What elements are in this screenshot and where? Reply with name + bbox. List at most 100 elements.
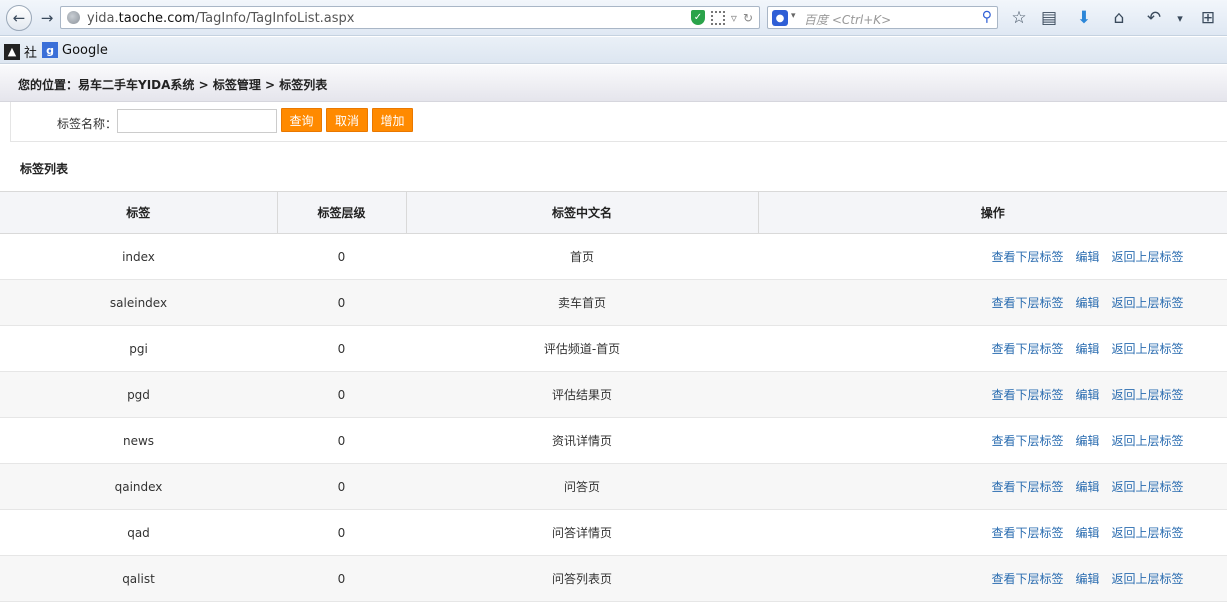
cell-tag: qad [0, 509, 277, 556]
cell-cn-name: 首页 [406, 233, 758, 280]
back-to-parent-link[interactable]: 返回上层标签 [1112, 480, 1184, 494]
view-children-link[interactable]: 查看下层标签 [991, 250, 1063, 264]
cell-level: 0 [277, 279, 406, 326]
table-row: pgd 0 评估结果页 查看下层标签 编辑 返回上层标签 [0, 371, 1227, 418]
cell-cn-name: 问答页 [406, 463, 758, 510]
table-row: qaindex 0 问答页 查看下层标签 编辑 返回上层标签 [0, 463, 1227, 510]
cell-level: 0 [277, 463, 406, 510]
edit-link[interactable]: 编辑 [1075, 388, 1099, 402]
edit-link[interactable]: 编辑 [1075, 480, 1099, 494]
cell-actions: 查看下层标签 编辑 返回上层标签 [758, 463, 1227, 510]
back-to-parent-link[interactable]: 返回上层标签 [1112, 342, 1184, 356]
cancel-button[interactable]: 取消 [326, 108, 368, 132]
cell-level: 0 [277, 555, 406, 602]
download-icon[interactable]: ⬇ [1073, 7, 1095, 29]
cell-cn-name: 卖车首页 [406, 279, 758, 326]
view-children-link[interactable]: 查看下层标签 [991, 342, 1063, 356]
edit-link[interactable]: 编辑 [1075, 572, 1099, 586]
cell-cn-name: 评估频道-首页 [406, 325, 758, 372]
cell-actions: 查看下层标签 编辑 返回上层标签 [758, 325, 1227, 372]
qr-code-icon[interactable] [710, 10, 725, 25]
back-button[interactable]: ← [6, 5, 32, 31]
home-icon[interactable]: ⌂ [1108, 7, 1130, 29]
back-to-parent-link[interactable]: 返回上层标签 [1112, 434, 1184, 448]
edit-link[interactable]: 编辑 [1075, 526, 1099, 540]
tag-name-input[interactable] [117, 109, 277, 133]
view-children-link[interactable]: 查看下层标签 [991, 526, 1063, 540]
table-row: index 0 首页 查看下层标签 编辑 返回上层标签 [0, 233, 1227, 280]
magnifier-icon[interactable]: ⚲ [982, 9, 992, 25]
edit-link[interactable]: 编辑 [1075, 434, 1099, 448]
back-to-parent-link[interactable]: 返回上层标签 [1112, 572, 1184, 586]
arrow-left-icon: ← [12, 9, 26, 27]
engine-dropdown-icon[interactable]: ▾ [791, 11, 796, 21]
bookmark-item[interactable]: ▲ 社 [4, 42, 37, 61]
cell-cn-name: 评估结果页 [406, 371, 758, 418]
bookmarks-bar: ▲ 社 g Google [0, 37, 1227, 64]
column-header-level: 标签层级 [276, 191, 406, 234]
cell-tag: pgi [0, 325, 277, 372]
cell-level: 0 [277, 325, 406, 372]
cell-tag: index [0, 233, 277, 280]
column-header-actions: 操作 [757, 191, 1227, 234]
bookmark-label: 社 [24, 46, 38, 61]
cell-level: 0 [277, 233, 406, 280]
cell-cn-name: 问答列表页 [406, 555, 758, 602]
cell-tag: pgd [0, 371, 277, 418]
breadcrumb-bar: 您的位置：易车二手车YIDA系统 > 标签管理 > 标签列表 [0, 65, 1227, 102]
bookmark-favicon-icon: ▲ [4, 43, 20, 60]
cell-actions: 查看下层标签 编辑 返回上层标签 [758, 233, 1227, 280]
view-children-link[interactable]: 查看下层标签 [991, 388, 1063, 402]
browser-toolbar: ← → yida.taoche.com/TagInfo/TagInfoList.… [0, 0, 1227, 36]
search-bar[interactable]: ● ▾ 百度 <Ctrl+K> ⚲ [767, 6, 998, 29]
baidu-paw-icon[interactable]: ● [772, 10, 788, 26]
cell-level: 0 [277, 371, 406, 418]
view-children-link[interactable]: 查看下层标签 [991, 434, 1063, 448]
arrow-right-icon: → [40, 9, 54, 27]
search-placeholder: 百度 <Ctrl+K> [804, 13, 892, 27]
reading-list-icon[interactable]: ▤ [1038, 7, 1060, 29]
address-bar[interactable]: yida.taoche.com/TagInfo/TagInfoList.aspx… [60, 6, 760, 29]
back-to-parent-link[interactable]: 返回上层标签 [1112, 526, 1184, 540]
back-to-parent-link[interactable]: 返回上层标签 [1112, 296, 1184, 310]
reload-icon[interactable]: ↻ [743, 11, 753, 25]
table-row: news 0 资讯详情页 查看下层标签 编辑 返回上层标签 [0, 417, 1227, 464]
view-children-link[interactable]: 查看下层标签 [991, 572, 1063, 586]
bookmark-label: Google [62, 42, 108, 58]
undo-icon[interactable]: ↶ [1143, 7, 1165, 29]
back-to-parent-link[interactable]: 返回上层标签 [1112, 250, 1184, 264]
cell-level: 0 [277, 509, 406, 556]
add-button[interactable]: 增加 [372, 108, 413, 132]
view-children-link[interactable]: 查看下层标签 [991, 296, 1063, 310]
cell-cn-name: 资讯详情页 [406, 417, 758, 464]
globe-icon [67, 11, 80, 24]
edit-link[interactable]: 编辑 [1075, 342, 1099, 356]
crop-icon[interactable]: ⊞ [1197, 7, 1219, 29]
tag-name-label: 标签名称： [57, 117, 118, 131]
cell-level: 0 [277, 417, 406, 464]
query-button[interactable]: 查询 [281, 108, 322, 132]
edit-link[interactable]: 编辑 [1075, 250, 1099, 264]
cell-actions: 查看下层标签 编辑 返回上层标签 [758, 279, 1227, 326]
tag-table: 标签 标签层级 标签中文名 操作 index 0 首页 查看下层标签 编辑 返回上层标签 s… [0, 191, 1227, 602]
google-icon: g [42, 42, 58, 58]
table-row: qalist 0 问答列表页 查看下层标签 编辑 返回上层标签 [0, 555, 1227, 602]
back-to-parent-link[interactable]: 返回上层标签 [1112, 388, 1184, 402]
cell-tag: saleindex [0, 279, 277, 326]
view-children-link[interactable]: 查看下层标签 [991, 480, 1063, 494]
cell-cn-name: 问答详情页 [406, 509, 758, 556]
shield-icon[interactable]: ✓ [690, 10, 705, 25]
bookmark-google[interactable]: g Google [42, 42, 108, 58]
edit-link[interactable]: 编辑 [1075, 296, 1099, 310]
cell-tag: qaindex [0, 463, 277, 510]
url-text: yida.taoche.com/TagInfo/TagInfoList.aspx [87, 11, 355, 26]
breadcrumb: 您的位置：易车二手车YIDA系统 > 标签管理 > 标签列表 [18, 78, 328, 92]
star-icon[interactable]: ☆ [1008, 7, 1030, 29]
forward-button[interactable]: → [38, 8, 56, 28]
dropdown-arrow-icon[interactable]: ▿ [731, 11, 737, 25]
table-header-row: 标签 标签层级 标签中文名 操作 [0, 191, 1227, 234]
column-header-cn-name: 标签中文名 [405, 191, 758, 234]
cell-actions: 查看下层标签 编辑 返回上层标签 [758, 371, 1227, 418]
cell-actions: 查看下层标签 编辑 返回上层标签 [758, 417, 1227, 464]
menu-dropdown-icon[interactable]: ▾ [1169, 7, 1191, 29]
